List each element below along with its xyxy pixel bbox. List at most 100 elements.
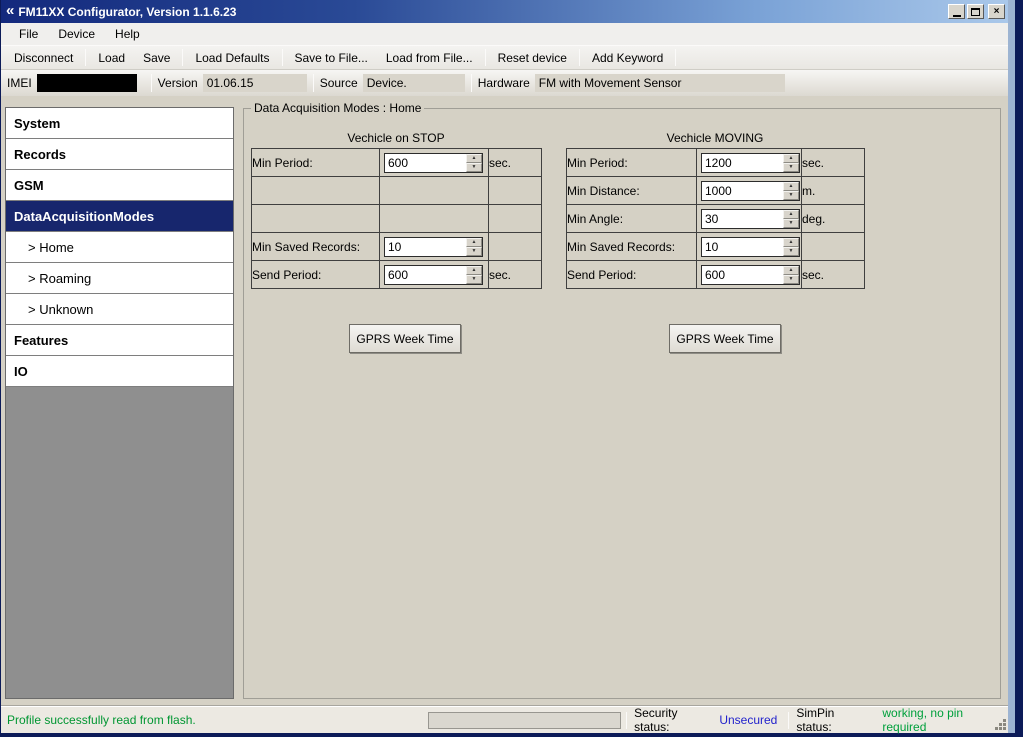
- imei-label: IMEI: [7, 76, 32, 90]
- spin-down-icon[interactable]: ▼: [466, 246, 482, 256]
- load-button[interactable]: Load: [89, 47, 134, 69]
- disconnect-button[interactable]: Disconnect: [5, 47, 82, 69]
- table-row: Min Angle: ▲▼ deg.: [566, 204, 865, 233]
- security-status-value: Unsecured: [719, 713, 778, 727]
- groupbox-title: Data Acquisition Modes : Home: [251, 101, 425, 115]
- sidebar-item-records[interactable]: Records: [6, 139, 233, 170]
- spin-down-icon[interactable]: ▼: [783, 162, 799, 172]
- toolbar-separator: [675, 49, 677, 66]
- security-status-label: Security status:: [634, 706, 678, 734]
- minimize-button[interactable]: [948, 4, 965, 19]
- spin-down-icon[interactable]: ▼: [783, 218, 799, 228]
- table-row: Min Saved Records: ▲▼: [566, 232, 865, 261]
- gprs-week-time-stop-button[interactable]: GPRS Week Time: [349, 324, 461, 353]
- menu-bar: File Device Help: [1, 23, 1008, 45]
- send-period-input[interactable]: [385, 265, 466, 284]
- save-to-file-button[interactable]: Save to File...: [286, 47, 377, 69]
- sidebar-item-home[interactable]: > Home: [6, 232, 233, 263]
- title-bar: « FM11XX Configurator, Version 1.1.6.23 …: [1, 0, 1008, 23]
- min-saved-records-input[interactable]: [385, 237, 466, 256]
- window-title: FM11XX Configurator, Version 1.1.6.23: [18, 4, 237, 19]
- min-angle-spinner: ▲▼: [701, 208, 800, 229]
- spin-up-icon[interactable]: ▲: [466, 237, 482, 247]
- version-label: Version: [157, 76, 198, 90]
- vehicle-on-stop-title: Vechicle on STOP: [347, 131, 445, 145]
- load-from-file-button[interactable]: Load from File...: [377, 47, 482, 69]
- min-period-label: Min Period:: [566, 148, 697, 177]
- infobar-separator: [312, 74, 314, 92]
- spin-down-icon[interactable]: ▼: [783, 274, 799, 284]
- spin-down-icon[interactable]: ▼: [466, 162, 482, 172]
- spin-down-icon[interactable]: ▼: [783, 190, 799, 200]
- reset-device-button[interactable]: Reset device: [489, 47, 576, 69]
- spin-up-icon[interactable]: ▲: [783, 181, 799, 191]
- min-period-input[interactable]: [385, 153, 466, 172]
- table-row: [251, 176, 542, 205]
- min-period-spinner: ▲▼: [701, 152, 800, 173]
- sidebar-item-unknown[interactable]: > Unknown: [6, 294, 233, 325]
- sidebar-filler: [6, 387, 233, 698]
- send-period-label: Send Period:: [251, 260, 380, 289]
- unit-label: m.: [801, 176, 865, 205]
- save-button[interactable]: Save: [134, 47, 179, 69]
- toolbar-separator: [281, 49, 283, 66]
- spin-up-icon[interactable]: ▲: [783, 237, 799, 247]
- maximize-button[interactable]: [967, 4, 984, 19]
- sidebar-item-roaming[interactable]: > Roaming: [6, 263, 233, 294]
- sidebar-nav: System Records GSM DataAcquisitionModes …: [5, 107, 234, 699]
- toolbar-separator: [182, 49, 184, 66]
- min-angle-input[interactable]: [702, 209, 783, 228]
- table-row: Min Distance: ▲▼ m.: [566, 176, 865, 205]
- min-angle-label: Min Angle:: [566, 204, 697, 233]
- menu-device[interactable]: Device: [48, 24, 105, 44]
- infobar-separator: [150, 74, 152, 92]
- min-period-label: Min Period:: [251, 148, 380, 177]
- close-button[interactable]: ×: [988, 4, 1005, 19]
- load-defaults-button[interactable]: Load Defaults: [186, 47, 278, 69]
- sidebar-item-io[interactable]: IO: [6, 356, 233, 387]
- min-period-input[interactable]: [702, 153, 783, 172]
- resize-grip[interactable]: [1003, 727, 1006, 730]
- menu-file[interactable]: File: [9, 24, 48, 44]
- source-label: Source: [319, 76, 358, 90]
- statusbar-separator: [626, 711, 628, 729]
- sidebar-item-gsm[interactable]: GSM: [6, 170, 233, 201]
- add-keyword-button[interactable]: Add Keyword: [583, 47, 672, 69]
- simpin-status-label: SimPin status:: [796, 706, 835, 734]
- toolbar-separator: [484, 49, 486, 66]
- spin-down-icon[interactable]: ▼: [466, 274, 482, 284]
- min-saved-records-label: Min Saved Records:: [566, 232, 697, 261]
- close-icon: ×: [993, 5, 1000, 17]
- menu-help[interactable]: Help: [105, 24, 150, 44]
- send-period-spinner: ▲▼: [701, 264, 800, 285]
- table-row: [251, 204, 542, 233]
- spin-up-icon[interactable]: ▲: [466, 153, 482, 163]
- infobar-separator: [470, 74, 472, 92]
- send-period-spinner: ▲▼: [384, 264, 483, 285]
- min-saved-records-spinner: ▲▼: [701, 236, 800, 257]
- sidebar-item-system[interactable]: System: [6, 108, 233, 139]
- spin-up-icon[interactable]: ▲: [783, 209, 799, 219]
- min-saved-records-input[interactable]: [702, 237, 783, 256]
- hardware-label: Hardware: [477, 76, 530, 90]
- spin-up-icon[interactable]: ▲: [783, 153, 799, 163]
- spin-up-icon[interactable]: ▲: [466, 265, 482, 275]
- unit-label: sec.: [488, 148, 542, 177]
- spin-down-icon[interactable]: ▼: [783, 246, 799, 256]
- maximize-icon: [971, 7, 980, 16]
- version-value: 01.06.15: [202, 74, 307, 92]
- send-period-input[interactable]: [702, 265, 783, 284]
- hardware-value: FM with Movement Sensor: [534, 74, 785, 92]
- spin-up-icon[interactable]: ▲: [783, 265, 799, 275]
- unit-label: sec.: [488, 260, 542, 289]
- min-distance-input[interactable]: [702, 181, 783, 200]
- min-distance-spinner: ▲▼: [701, 180, 800, 201]
- gprs-week-time-moving-button[interactable]: GPRS Week Time: [669, 324, 781, 353]
- sidebar-item-dataacquisitionmodes[interactable]: DataAcquisitionModes: [6, 201, 233, 232]
- sidebar-item-features[interactable]: Features: [6, 325, 233, 356]
- min-period-spinner: ▲▼: [384, 152, 483, 173]
- app-window: « FM11XX Configurator, Version 1.1.6.23 …: [1, 0, 1015, 734]
- table-row: Send Period: ▲▼ sec.: [566, 260, 865, 289]
- table-row: Min Saved Records: ▲▼: [251, 232, 542, 261]
- app-logo-icon: «: [6, 1, 15, 19]
